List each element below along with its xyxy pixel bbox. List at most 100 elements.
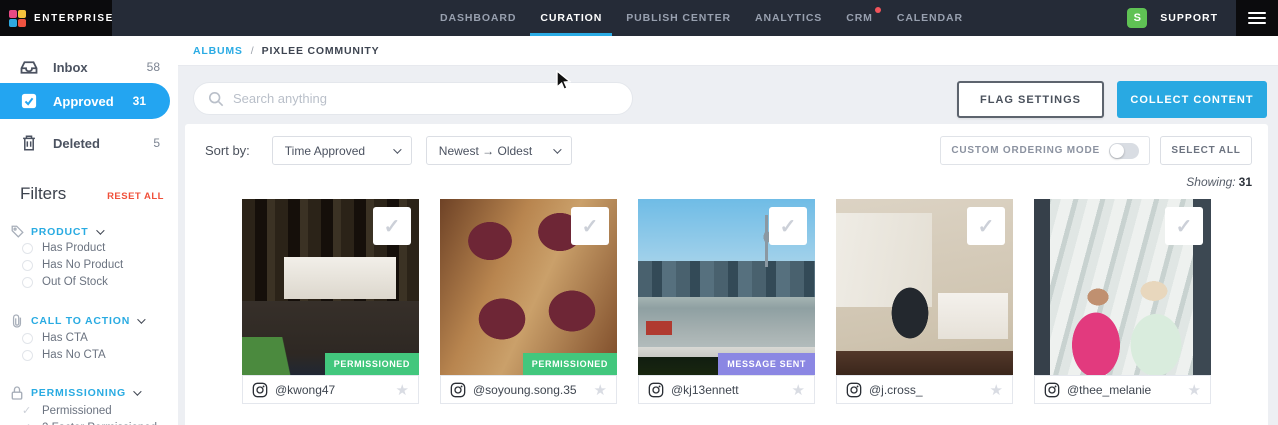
filters-header: Filters RESET ALL — [20, 184, 164, 204]
status-badge: PERMISSIONED — [325, 353, 419, 375]
filter-option-has-no-product[interactable]: Has No Product — [22, 259, 123, 271]
sort-toolbar: Sort by: Time Approved Newest → Oldest C… — [205, 136, 1252, 165]
filter-group-permissioning[interactable]: PERMISSIONING — [10, 386, 139, 400]
radio-icon — [22, 260, 33, 271]
filter-group-label: PRODUCT — [31, 226, 89, 238]
filter-option-label: Has CTA — [42, 332, 88, 344]
brand-logo[interactable]: ENTERPRISE — [0, 0, 112, 36]
card-photo[interactable]: ✓ — [1034, 199, 1211, 375]
trash-icon — [20, 135, 38, 151]
content-card[interactable]: ✓ @thee_melanie ★ — [1034, 199, 1211, 404]
breadcrumb-albums-link[interactable]: ALBUMS — [193, 45, 243, 57]
approve-check-icon[interactable]: ✓ — [1165, 207, 1203, 245]
breadcrumb-current-album: PIXLEE COMMUNITY — [262, 45, 380, 57]
nav-item-publish-center[interactable]: PUBLISH CENTER — [614, 0, 743, 36]
select-all-button[interactable]: SELECT ALL — [1160, 136, 1252, 165]
checkbox-icon — [20, 93, 38, 109]
nav-item-calendar[interactable]: CALENDAR — [885, 0, 975, 36]
card-footer: @soyoung.song.35 ★ — [440, 375, 617, 404]
nav-item-curation[interactable]: CURATION — [528, 0, 614, 36]
filter-option-label: Has No CTA — [42, 349, 106, 361]
sort-field-dropdown[interactable]: Time Approved — [272, 136, 412, 165]
star-icon[interactable]: ★ — [792, 381, 805, 399]
mouse-cursor — [556, 70, 571, 96]
filter-option-has-no-cta[interactable]: Has No CTA — [22, 349, 106, 361]
filter-option-label: Has Product — [42, 242, 105, 254]
card-username[interactable]: @soyoung.song.35 — [473, 383, 577, 397]
filter-option-has-cta[interactable]: Has CTA — [22, 332, 88, 344]
approve-check-icon[interactable]: ✓ — [967, 207, 1005, 245]
filter-option-out-of-stock[interactable]: Out Of Stock — [22, 276, 108, 288]
support-link[interactable]: SUPPORT — [1160, 12, 1218, 24]
card-username[interactable]: @kwong47 — [275, 383, 335, 397]
search-icon — [208, 91, 224, 107]
custom-ordering-mode-label: CUSTOM ORDERING MODE — [951, 145, 1100, 156]
star-icon[interactable]: ★ — [990, 381, 1003, 399]
approve-check-icon[interactable]: ✓ — [769, 207, 807, 245]
sort-field-value: Time Approved — [285, 144, 365, 158]
sort-order-value: Newest → Oldest — [439, 144, 532, 158]
filter-option-permissioned[interactable]: ✓ Permissioned — [22, 404, 112, 417]
chevron-down-icon — [553, 145, 561, 153]
card-photo[interactable]: ✓ — [836, 199, 1013, 375]
nav-item-dashboard[interactable]: DASHBOARD — [428, 0, 528, 36]
flag-settings-button[interactable]: FLAG SETTINGS — [957, 81, 1104, 118]
sidebar-item-deleted[interactable]: Deleted 5 — [0, 128, 178, 158]
check-icon: ✓ — [22, 404, 33, 417]
sidebar-item-inbox[interactable]: Inbox 58 — [0, 52, 178, 82]
filter-option-has-product[interactable]: Has Product — [22, 242, 105, 254]
reset-all-button[interactable]: RESET ALL — [107, 191, 164, 202]
filters-title: Filters — [20, 184, 66, 204]
chevron-down-icon — [393, 145, 401, 153]
paperclip-icon — [10, 314, 24, 328]
star-icon[interactable]: ★ — [594, 381, 607, 399]
card-footer: @kwong47 ★ — [242, 375, 419, 404]
tag-icon — [10, 225, 24, 238]
top-nav: ENTERPRISE DASHBOARD CURATION PUBLISH CE… — [0, 0, 1278, 36]
nav-item-crm[interactable]: CRM — [834, 0, 885, 36]
filter-group-call-to-action[interactable]: CALL TO ACTION — [10, 314, 143, 328]
chevron-down-icon — [133, 387, 141, 395]
sidebar: Inbox 58 Approved 31 Deleted 5 Filters R… — [0, 36, 178, 425]
user-avatar-badge[interactable]: S — [1127, 8, 1147, 28]
star-icon[interactable]: ★ — [396, 381, 409, 399]
approve-check-icon[interactable]: ✓ — [571, 207, 609, 245]
sidebar-item-label: Approved — [53, 94, 114, 109]
collect-content-button[interactable]: COLLECT CONTENT — [1117, 81, 1267, 118]
card-username[interactable]: @kj13ennett — [671, 383, 739, 397]
filter-option-label: Permissioned — [42, 405, 112, 417]
filter-group-label: PERMISSIONING — [31, 387, 126, 399]
instagram-icon — [252, 382, 268, 398]
approve-check-icon[interactable]: ✓ — [373, 207, 411, 245]
showing-count: Showing:31 — [1186, 175, 1252, 189]
pixlee-logo-icon — [9, 10, 26, 27]
nav-menu: DASHBOARD CURATION PUBLISH CENTER ANALYT… — [428, 0, 975, 36]
card-username[interactable]: @j.cross_ — [869, 383, 923, 397]
sidebar-item-approved[interactable]: Approved 31 — [0, 83, 170, 119]
card-photo[interactable]: ✓ PERMISSIONED — [242, 199, 419, 375]
chevron-down-icon — [96, 226, 104, 234]
status-badge: PERMISSIONED — [523, 353, 617, 375]
showing-label: Showing: — [1186, 175, 1235, 189]
custom-ordering-toggle[interactable] — [1109, 143, 1139, 159]
sort-order-dropdown[interactable]: Newest → Oldest — [426, 136, 572, 165]
hamburger-menu-icon[interactable] — [1236, 0, 1278, 36]
sidebar-item-label: Inbox — [53, 60, 88, 75]
card-username[interactable]: @thee_melanie — [1067, 383, 1151, 397]
sidebar-item-count: 5 — [153, 136, 160, 150]
card-photo[interactable]: ✓ MESSAGE SENT — [638, 199, 815, 375]
nav-item-analytics[interactable]: ANALYTICS — [743, 0, 834, 36]
card-photo[interactable]: ✓ PERMISSIONED — [440, 199, 617, 375]
content-card[interactable]: ✓ PERMISSIONED @soyoung.song.35 ★ — [440, 199, 617, 404]
filter-option-2-factor-permissioned[interactable]: ✓ 2 Factor Permissioned — [22, 421, 157, 425]
chevron-down-icon — [137, 315, 145, 323]
star-icon[interactable]: ★ — [1188, 381, 1201, 399]
filter-option-label: Has No Product — [42, 259, 123, 271]
card-footer: @thee_melanie ★ — [1034, 375, 1211, 404]
filter-option-label: Out Of Stock — [42, 276, 108, 288]
filter-group-product[interactable]: PRODUCT — [10, 225, 102, 238]
content-card[interactable]: ✓ PERMISSIONED @kwong47 ★ — [242, 199, 419, 404]
instagram-icon — [846, 382, 862, 398]
content-card[interactable]: ✓ MESSAGE SENT @kj13ennett ★ — [638, 199, 815, 404]
content-card[interactable]: ✓ @j.cross_ ★ — [836, 199, 1013, 404]
